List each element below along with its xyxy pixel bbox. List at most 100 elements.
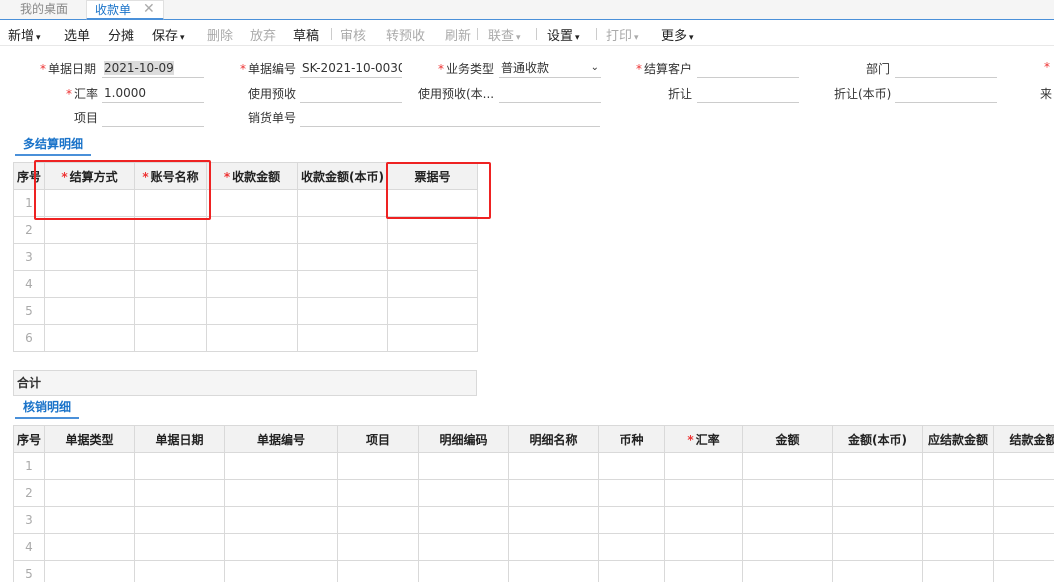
toolbar-button-8[interactable]: 转预收 [386, 25, 425, 44]
writeoff-header-1[interactable]: 单据类型 [44, 425, 135, 453]
multi-settle-title[interactable]: 多结算明细 [15, 135, 92, 156]
tab-receipt[interactable]: 收款单 ✕ [86, 0, 164, 20]
tab-my-desktop[interactable]: 我的桌面 [20, 0, 68, 20]
grid-cell[interactable] [832, 506, 923, 534]
grid-cell[interactable] [44, 452, 135, 480]
grid-cell[interactable] [44, 560, 135, 582]
writeoff-header-3[interactable]: 单据编号 [224, 425, 338, 453]
toolbar-button-2[interactable]: 分摊 [108, 25, 134, 44]
grid-cell[interactable] [44, 297, 135, 325]
grid-cell[interactable] [206, 243, 298, 271]
grid-cell[interactable] [387, 243, 478, 271]
grid-cell[interactable] [206, 216, 298, 244]
bill-no-field[interactable]: SK-2021-10-0030 [300, 60, 402, 78]
toolbar-button-0[interactable]: 新增 ▾ [8, 25, 41, 44]
writeoff-header-9[interactable]: 金额 [742, 425, 833, 453]
grid-cell[interactable] [922, 533, 994, 561]
prepay-local-field[interactable] [499, 85, 601, 103]
discount-field[interactable] [697, 85, 799, 103]
grid-cell[interactable] [134, 506, 225, 534]
toolbar-button-12[interactable]: 打印 ▾ [606, 25, 639, 44]
discount-local-field[interactable] [895, 85, 997, 103]
writeoff-header-2[interactable]: 单据日期 [134, 425, 225, 453]
toolbar-button-3[interactable]: 保存 ▾ [152, 25, 185, 44]
grid-cell[interactable] [337, 452, 419, 480]
grid-cell[interactable] [44, 270, 135, 298]
grid-cell[interactable] [337, 533, 419, 561]
grid-cell[interactable] [742, 560, 833, 582]
writeoff-header-10[interactable]: 金额(本币) [832, 425, 923, 453]
toolbar-button-9[interactable]: 刷新 [445, 25, 471, 44]
grid-cell[interactable] [337, 560, 419, 582]
grid-cell[interactable] [44, 506, 135, 534]
grid-cell[interactable] [134, 297, 207, 325]
grid-cell[interactable] [297, 216, 388, 244]
grid-cell[interactable] [387, 216, 478, 244]
grid-cell[interactable] [664, 479, 743, 507]
grid-cell[interactable] [387, 270, 478, 298]
grid-cell[interactable] [387, 324, 478, 352]
grid-cell[interactable] [134, 324, 207, 352]
grid-cell[interactable] [598, 560, 665, 582]
grid-cell[interactable] [418, 560, 509, 582]
grid-cell[interactable] [922, 452, 994, 480]
writeoff-header-5[interactable]: 明细编码 [418, 425, 509, 453]
toolbar-button-1[interactable]: 选单 [64, 25, 90, 44]
grid-cell[interactable] [993, 506, 1054, 534]
grid-cell[interactable] [742, 533, 833, 561]
grid-cell[interactable] [508, 479, 599, 507]
grid-cell[interactable] [224, 506, 338, 534]
project-field[interactable] [102, 109, 204, 127]
customer-field[interactable] [697, 60, 799, 78]
grid-cell[interactable] [508, 452, 599, 480]
grid-cell[interactable] [664, 452, 743, 480]
grid-cell[interactable] [508, 506, 599, 534]
grid-cell[interactable] [337, 479, 419, 507]
grid-cell[interactable] [44, 324, 135, 352]
grid-cell[interactable] [134, 560, 225, 582]
grid-cell[interactable] [664, 506, 743, 534]
prepay-field[interactable] [300, 85, 402, 103]
grid-cell[interactable] [418, 452, 509, 480]
toolbar-button-11[interactable]: 设置 ▾ [547, 25, 580, 44]
writeoff-header-0[interactable]: 序号 [13, 425, 45, 453]
grid-cell[interactable] [297, 243, 388, 271]
grid-cell[interactable] [664, 533, 743, 561]
grid-cell[interactable] [742, 479, 833, 507]
grid-cell[interactable] [993, 452, 1054, 480]
multi_settle-header-4[interactable]: 收款金额(本币) [297, 162, 388, 190]
grid-cell[interactable] [598, 479, 665, 507]
writeoff-header-11[interactable]: 应结款金额 [922, 425, 994, 453]
writeoff-header-12[interactable]: 结款金额 [993, 425, 1054, 453]
grid-cell[interactable] [418, 506, 509, 534]
sales-no-field[interactable] [300, 109, 600, 127]
dept-field[interactable] [895, 60, 997, 78]
grid-cell[interactable] [993, 479, 1054, 507]
grid-cell[interactable] [297, 189, 388, 217]
grid-cell[interactable] [206, 297, 298, 325]
multi_settle-header-3[interactable]: * 收款金额 [206, 162, 298, 190]
toolbar-button-7[interactable]: 审核 [340, 25, 366, 44]
grid-cell[interactable] [206, 189, 298, 217]
rate-field[interactable]: 1.0000 [102, 85, 204, 103]
grid-cell[interactable] [993, 560, 1054, 582]
grid-cell[interactable] [224, 452, 338, 480]
grid-cell[interactable] [224, 479, 338, 507]
grid-cell[interactable] [297, 270, 388, 298]
grid-cell[interactable] [598, 452, 665, 480]
grid-cell[interactable] [224, 533, 338, 561]
grid-cell[interactable] [44, 479, 135, 507]
grid-cell[interactable] [418, 479, 509, 507]
grid-cell[interactable] [337, 506, 419, 534]
grid-cell[interactable] [993, 533, 1054, 561]
writeoff-header-8[interactable]: * 汇率 [664, 425, 743, 453]
grid-cell[interactable] [134, 452, 225, 480]
grid-cell[interactable] [832, 479, 923, 507]
grid-cell[interactable] [44, 533, 135, 561]
grid-cell[interactable] [832, 560, 923, 582]
grid-cell[interactable] [742, 506, 833, 534]
grid-cell[interactable] [922, 506, 994, 534]
toolbar-button-4[interactable]: 删除 [207, 25, 233, 44]
grid-cell[interactable] [134, 479, 225, 507]
toolbar-button-6[interactable]: 草稿 [293, 25, 319, 44]
